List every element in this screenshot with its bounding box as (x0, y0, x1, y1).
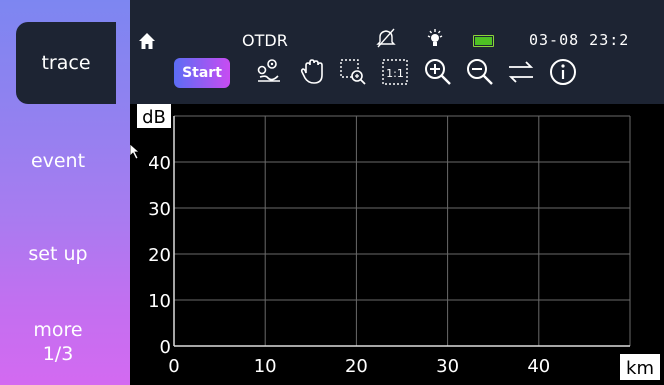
otdr-screen: trace event set up more 1/3 OTDR 03-08 2… (0, 0, 664, 385)
x-tick-label: 10 (254, 356, 277, 377)
mute-icon (376, 28, 396, 48)
y-tick-label: 10 (148, 291, 171, 312)
trace-chart[interactable]: 0 10 20 30 40 0 10 20 30 40 dB km (130, 104, 664, 385)
x-tick-label: 20 (345, 356, 368, 377)
sidebar-item-event[interactable]: event (0, 150, 116, 172)
x-tick-label: 40 (527, 356, 550, 377)
trace-plot-area[interactable]: 0 10 20 30 40 0 10 20 30 40 dB km (130, 104, 664, 385)
one-to-one-icon[interactable]: 1:1 (380, 57, 410, 87)
y-tick-label: 30 (148, 199, 171, 220)
sidebar-item-label: set up (28, 243, 88, 265)
clock: 03-08 23:2 (529, 31, 630, 49)
plot-background (130, 104, 664, 385)
hand-icon[interactable] (298, 57, 328, 87)
y-tick-label: 0 (160, 337, 171, 358)
bulb-icon (427, 29, 443, 46)
sidebar: trace event set up more 1/3 (0, 0, 130, 385)
info-icon[interactable] (548, 57, 578, 87)
sidebar-item-setup[interactable]: set up (0, 243, 116, 265)
sidebar-item-more[interactable]: more 1/3 (0, 318, 116, 366)
marker-icon[interactable] (254, 57, 284, 87)
xlabel: km (626, 358, 654, 379)
one-to-one-label: 1:1 (386, 67, 404, 80)
ylabel: dB (142, 107, 166, 128)
zoom-in-icon[interactable] (423, 57, 453, 87)
top-bar: OTDR 03-08 23:2 Start 1:1 (130, 0, 664, 104)
y-tick-label: 20 (148, 245, 171, 266)
zoom-out-icon[interactable] (465, 57, 495, 87)
start-button[interactable]: Start (174, 58, 230, 88)
zoom-area-icon[interactable] (338, 57, 368, 87)
swap-icon[interactable] (506, 57, 536, 87)
battery-icon (473, 35, 494, 47)
sidebar-item-label: more (33, 319, 83, 341)
home-icon[interactable] (138, 32, 156, 50)
sidebar-item-label: trace (41, 52, 91, 74)
sidebar-item-trace[interactable]: trace (16, 22, 116, 104)
x-tick-label: 0 (168, 356, 179, 377)
page-indicator: 1/3 (42, 343, 74, 365)
app-title: OTDR (242, 31, 288, 50)
sidebar-item-label: event (30, 150, 86, 172)
y-tick-label: 40 (148, 153, 171, 174)
x-tick-label: 30 (436, 356, 459, 377)
